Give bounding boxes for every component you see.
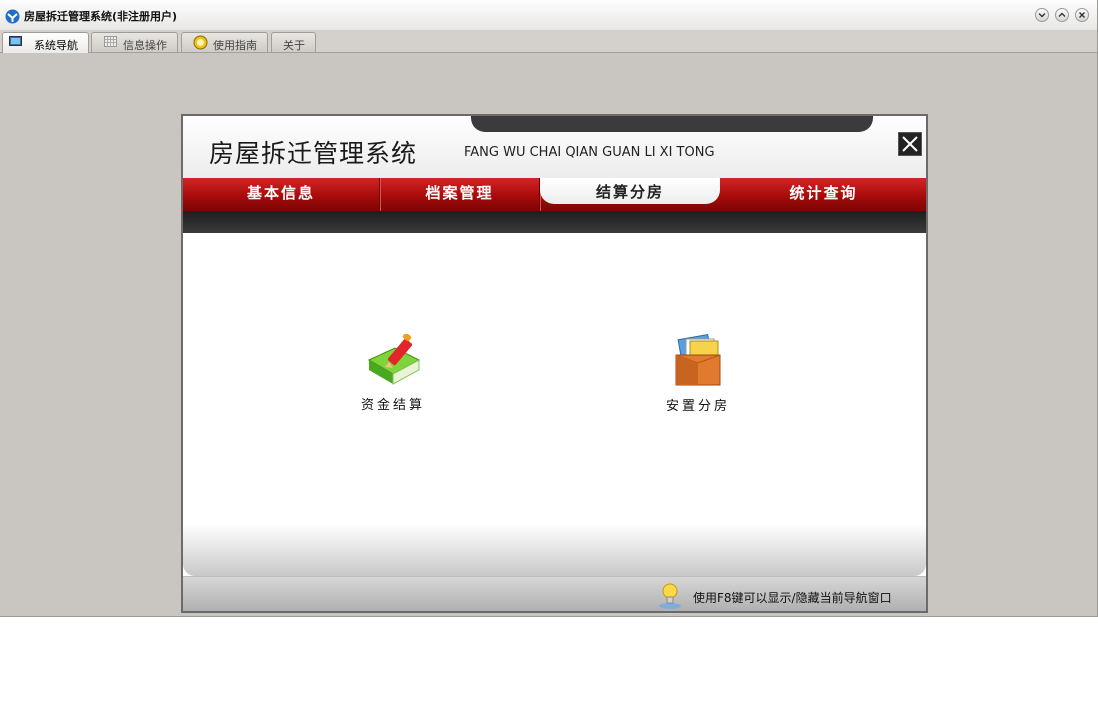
app-window: 房屋拆迁管理系统(非注册用户) 系统导航 信息操作 使用指南 关于 房屋拆迁管理… <box>0 0 1098 617</box>
navigation-panel: 房屋拆迁管理系统 FANG WU CHAI QIAN GUAN LI XI TO… <box>181 114 928 613</box>
chevron-up-icon <box>1058 12 1066 17</box>
nav-settlement-housing[interactable]: 结算分房 <box>540 178 720 204</box>
panel-footer: 使用F8键可以显示/隐藏当前导航窗口 <box>183 576 926 611</box>
system-subtitle: FANG WU CHAI QIAN GUAN LI XI TONG <box>464 145 715 160</box>
window-title: 房屋拆迁管理系统(非注册用户) <box>24 10 178 23</box>
file-box-icon <box>675 333 721 386</box>
monitor-icon <box>9 36 22 46</box>
footer-tip: 使用F8键可以显示/隐藏当前导航窗口 <box>693 591 892 605</box>
grid-icon <box>104 36 117 47</box>
tab-label: 关于 <box>283 39 305 52</box>
module-nav-bar: 基本信息 档案管理 结算分房 统计查询 <box>183 178 926 211</box>
maximize-button[interactable] <box>1055 8 1069 22</box>
tab-label: 使用指南 <box>213 39 257 52</box>
header-decoration <box>471 116 873 132</box>
tab-info-ops[interactable]: 信息操作 <box>91 32 178 52</box>
tab-about[interactable]: 关于 <box>271 32 316 52</box>
book-pencil-icon <box>367 332 421 385</box>
tab-system-nav[interactable]: 系统导航 <box>2 32 89 53</box>
content-bottom-shade <box>183 524 926 576</box>
nav-statistics-query[interactable]: 统计查询 <box>721 178 926 211</box>
close-icon <box>1079 12 1085 18</box>
fund-settlement-label: 资金结算 <box>360 398 425 413</box>
tab-label: 信息操作 <box>123 39 167 52</box>
close-icon <box>902 136 918 152</box>
help-icon <box>193 35 208 50</box>
resettlement-housing-label: 安置分房 <box>665 399 730 414</box>
system-title: 房屋拆迁管理系统 <box>209 139 418 168</box>
panel-close-button[interactable] <box>898 132 922 156</box>
nav-basic-info[interactable]: 基本信息 <box>183 178 380 211</box>
app-logo-icon <box>5 9 20 24</box>
title-bar: 房屋拆迁管理系统(非注册用户) <box>0 0 1097 31</box>
chevron-down-icon <box>1038 13 1046 18</box>
lightbulb-icon <box>659 583 681 609</box>
tab-user-guide[interactable]: 使用指南 <box>181 32 268 52</box>
panel-header: 房屋拆迁管理系统 FANG WU CHAI QIAN GUAN LI XI TO… <box>183 116 926 178</box>
close-button[interactable] <box>1075 8 1089 22</box>
tab-label: 系统导航 <box>34 39 78 52</box>
nav-archive-management[interactable]: 档案管理 <box>380 178 540 211</box>
resettlement-housing-button[interactable]: 安置分房 <box>643 333 753 414</box>
panel-content: 资金结算 安置分房 <box>183 233 926 576</box>
tab-bar: 系统导航 信息操作 使用指南 关于 <box>0 30 1097 53</box>
header-dark-strip <box>183 211 926 233</box>
minimize-button[interactable] <box>1035 8 1049 22</box>
fund-settlement-button[interactable]: 资金结算 <box>338 332 448 413</box>
